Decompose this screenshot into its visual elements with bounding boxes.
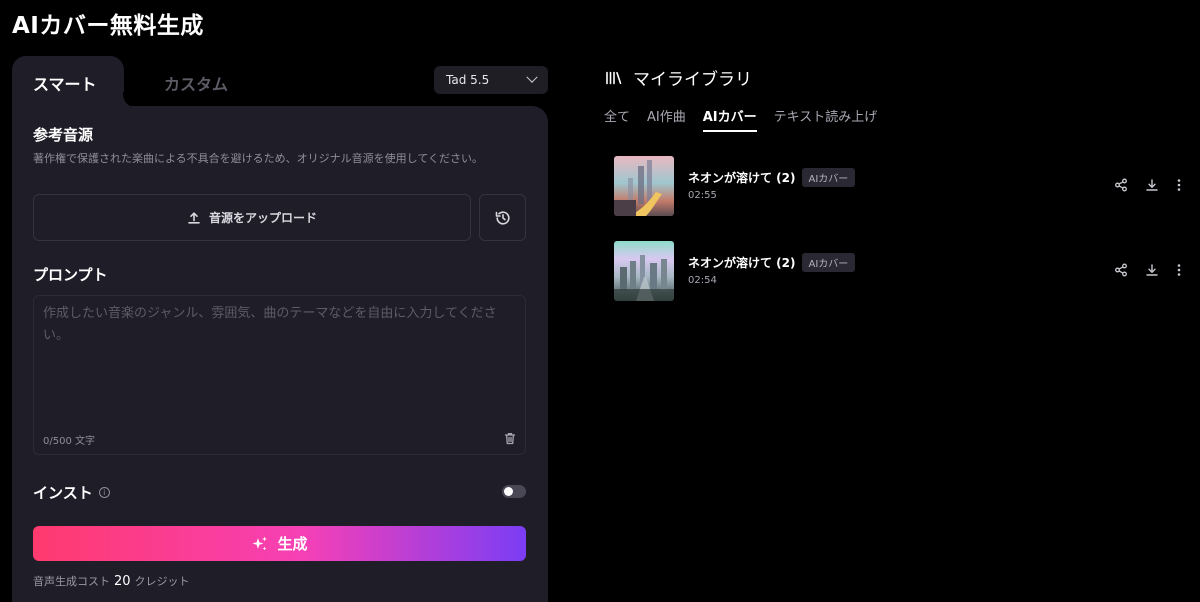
model-select[interactable]: Tad 5.5 — [434, 66, 548, 94]
track-cover-image — [614, 241, 674, 301]
download-icon[interactable] — [1145, 178, 1159, 192]
prompt-title: プロンプト — [33, 266, 108, 284]
download-icon[interactable] — [1145, 263, 1159, 277]
model-select-value: Tad 5.5 — [446, 73, 490, 87]
prompt-input[interactable] — [43, 303, 515, 413]
library-tabs: 全て AI作曲 AIカバー テキスト読み上げ — [604, 106, 877, 132]
instrumental-label: インスト i — [33, 482, 110, 503]
chevron-down-icon — [526, 71, 538, 83]
trash-icon[interactable] — [504, 432, 516, 445]
sparkle-icon — [252, 536, 268, 550]
reference-audio-title: 参考音源 — [33, 126, 94, 144]
generate-button[interactable]: 生成 — [33, 526, 526, 561]
more-icon[interactable] — [1176, 263, 1182, 277]
track-title: ネオンが溶けて (2) AIカバー — [688, 253, 856, 272]
info-icon[interactable]: i — [98, 487, 110, 498]
share-icon[interactable] — [1114, 178, 1128, 192]
toggle-knob — [504, 487, 513, 496]
generation-cost: 音声生成コスト 20 クレジット — [33, 573, 190, 589]
upload-audio-button[interactable]: 音源をアップロード — [33, 194, 471, 241]
more-icon[interactable] — [1176, 178, 1182, 192]
track-badge: AIカバー — [801, 253, 856, 272]
track-name: ネオンが溶けて (2) — [688, 171, 796, 185]
share-icon[interactable] — [1114, 263, 1128, 277]
reference-audio-description: 著作権で保護された楽曲による不具合を避けるため、オリジナル音源を使用してください… — [33, 152, 484, 165]
track-duration: 02:54 — [688, 275, 717, 286]
cost-amount: 20 — [114, 574, 131, 589]
history-button[interactable] — [479, 194, 526, 241]
instrumental-toggle[interactable] — [502, 485, 526, 498]
tab-custom[interactable]: カスタム — [164, 71, 228, 95]
tab-smart-label[interactable]: スマート — [33, 71, 97, 95]
library-icon — [606, 71, 622, 84]
prompt-box: 0/500 文字 — [33, 295, 526, 455]
instrumental-label-text: インスト — [33, 484, 93, 502]
character-count: 0/500 文字 — [43, 436, 95, 447]
track-title: ネオンが溶けて (2) AIカバー — [688, 168, 856, 187]
track-badge: AIカバー — [801, 168, 856, 187]
track-item[interactable]: ネオンが溶けて (2) AIカバー 02:55 — [614, 156, 1194, 218]
track-item[interactable]: ネオンが溶けて (2) AIカバー 02:54 — [614, 241, 1194, 303]
cost-suffix: クレジット — [134, 575, 190, 588]
tab-all[interactable]: 全て — [604, 106, 630, 132]
tab-ai-compose[interactable]: AI作曲 — [647, 106, 686, 132]
track-name: ネオンが溶けて (2) — [688, 256, 796, 270]
upload-icon — [188, 211, 200, 224]
track-duration: 02:55 — [688, 190, 717, 201]
track-actions — [1114, 178, 1182, 192]
cost-prefix: 音声生成コスト — [33, 575, 110, 588]
track-cover-image — [614, 156, 674, 216]
tab-text-to-speech[interactable]: テキスト読み上げ — [774, 106, 878, 132]
upload-audio-label: 音源をアップロード — [208, 211, 317, 225]
track-actions — [1114, 263, 1182, 277]
generate-label: 生成 — [277, 535, 308, 553]
page-title: AIカバー無料生成 — [12, 13, 204, 39]
library-title-text: マイライブラリ — [633, 70, 752, 90]
library-title: マイライブラリ — [605, 65, 752, 90]
history-icon — [495, 210, 510, 225]
tab-ai-cover[interactable]: AIカバー — [702, 106, 757, 132]
